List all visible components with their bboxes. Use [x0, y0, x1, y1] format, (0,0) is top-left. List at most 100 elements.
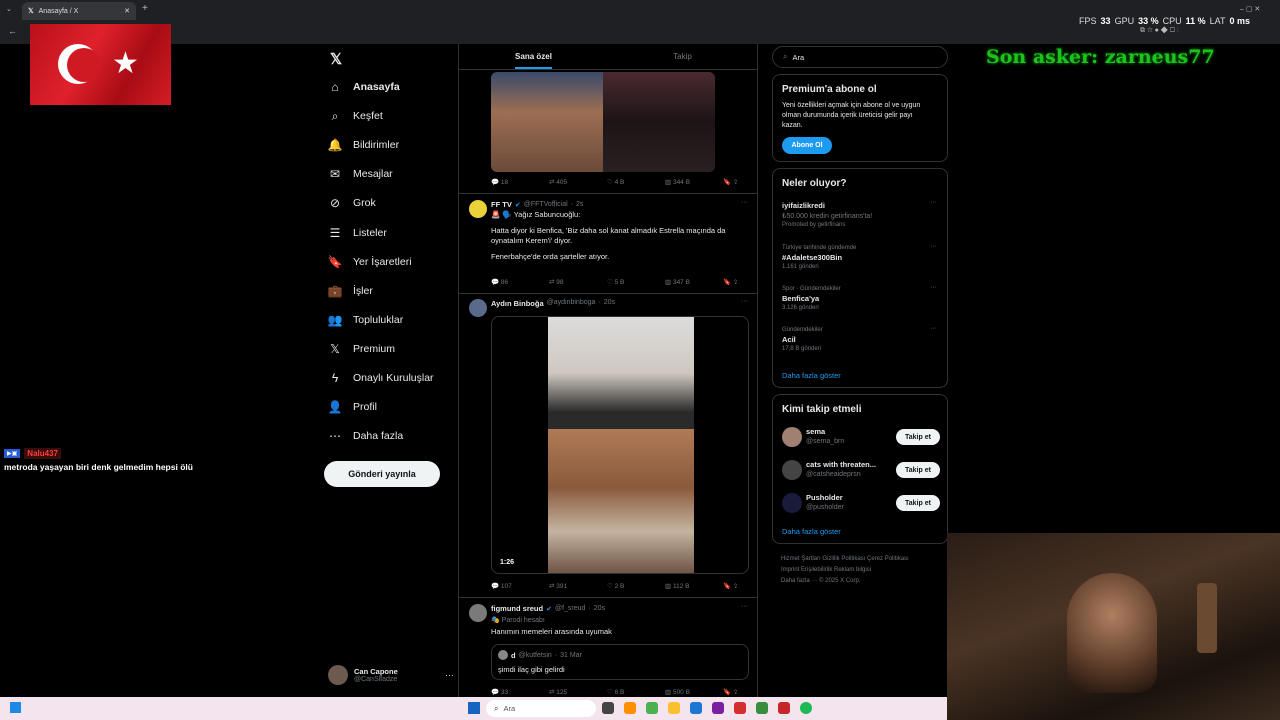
browser-tab[interactable]: 𝕏 Anasayfa / X ✕	[22, 2, 136, 20]
footer-links[interactable]: Hizmet Şartları Gizlilik Politikası Çere…	[781, 554, 909, 587]
sidebar-item-7[interactable]: 🔖 Yer İşaretleri	[328, 251, 412, 273]
task-view-icon[interactable]	[602, 702, 614, 714]
tweet-author[interactable]: FF TV	[491, 200, 512, 209]
window-controls[interactable]: – ▢ ✕	[1240, 5, 1260, 13]
tweet-handle[interactable]: @aydinbinboga	[547, 299, 596, 308]
more-icon[interactable]: ···	[741, 298, 748, 305]
sidebar-item-11[interactable]: ϟ Onaylı Kuruluşlar	[328, 367, 434, 389]
post-button[interactable]: Gönderi yayınla	[324, 461, 440, 487]
views-button[interactable]: ▥ 344 B	[665, 178, 723, 186]
more-icon[interactable]: ···	[445, 670, 454, 680]
tab-list-icon[interactable]: ⌄	[6, 5, 12, 13]
app-icon[interactable]	[734, 702, 746, 714]
more-icon[interactable]: ···	[741, 603, 748, 610]
trend-item[interactable]: Türkiye tarihinde gündemde #Adaletse300Bi…	[782, 245, 856, 270]
promo-trend[interactable]: iyifaizlikredi ₺50.000 kredin getirfinan…	[782, 201, 872, 228]
app-icon[interactable]	[756, 702, 768, 714]
like-button[interactable]: ♡ 6 B	[607, 688, 665, 696]
more-icon[interactable]: ···	[741, 199, 748, 206]
like-button[interactable]: ♡ 2 B	[607, 582, 665, 590]
more-icon[interactable]: ···	[930, 199, 937, 206]
bookmark-share-icons[interactable]: 🔖 ⇪	[723, 278, 738, 286]
sidebar-item-6[interactable]: ☰ Listeler	[328, 222, 387, 244]
more-icon[interactable]: ···	[930, 284, 937, 291]
views-button[interactable]: ▥ 112 B	[665, 582, 723, 590]
bookmark-share-icons[interactable]: 🔖 ⇪	[723, 582, 738, 590]
tweet[interactable]: FF TV ✔ @FFTVofficial · 2s ··· 🚨 🗣️ Yağı…	[459, 194, 757, 294]
new-tab-button[interactable]: +	[142, 3, 148, 14]
x-logo-icon[interactable]: 𝕏	[330, 50, 342, 68]
trend-item[interactable]: Gündemdekiler Acil 17,8 B gönderi	[782, 327, 823, 352]
tweet[interactable]: figmund sreud ✔ @f_sreud · 20s ··· 🎭 Par…	[459, 598, 757, 700]
sidebar-item-5[interactable]: ⊘ Grok	[328, 192, 376, 214]
sidebar-item-8[interactable]: 💼 İşler	[328, 280, 373, 302]
sidebar-item-10[interactable]: 𝕏 Premium	[328, 338, 395, 360]
search-input[interactable]: ⌕ Ara	[772, 46, 948, 68]
tweet[interactable]: Aydın Binboğa @aydinbinboga · 20s ··· 1:…	[459, 294, 757, 598]
reply-button[interactable]: 💬 86	[491, 278, 549, 286]
trend-item[interactable]: Spor · Gündemdekiler Benfica'ya 3.126 gönd…	[782, 286, 841, 311]
chrome-icon[interactable]	[646, 702, 658, 714]
like-button[interactable]: ♡ 4 B	[607, 178, 665, 186]
sidebar-item-4[interactable]: ✉ Mesajlar	[328, 163, 393, 185]
sidebar-item-2[interactable]: ⌕ Keşfet	[328, 105, 383, 127]
views-button[interactable]: ▥ 347 B	[665, 278, 723, 286]
reply-button[interactable]: 💬 107	[491, 582, 549, 590]
quote-tweet[interactable]: d @kutfetsin · 31 Mar şimdi ilaç gibi ge…	[491, 644, 749, 680]
back-icon[interactable]: ←	[8, 26, 17, 36]
tweet-handle[interactable]: @FFTVofficial	[524, 201, 568, 208]
tweet-time[interactable]: 2s	[576, 201, 583, 208]
app-icon[interactable]	[778, 702, 790, 714]
spotify-icon[interactable]	[800, 702, 812, 714]
app-icon[interactable]	[624, 702, 636, 714]
tab-close-icon[interactable]: ✕	[124, 7, 130, 15]
tweet-handle[interactable]: @f_sreud	[555, 605, 585, 612]
browser-toolbar-icons[interactable]: ⧉ ☆ ● ◆ ▢ ⋮	[1140, 27, 1179, 35]
bookmark-share-icons[interactable]: 🔖 ⇪	[723, 688, 738, 696]
windows-logo-icon[interactable]	[468, 702, 480, 714]
follow-suggestion[interactable]: sema @sema_brn Takip et	[782, 425, 940, 449]
follow-button[interactable]: Takip et	[896, 462, 940, 478]
repost-button[interactable]: ⇄ 98	[549, 278, 607, 286]
footer-line[interactable]: Hizmet Şartları Gizlilik Politikası Çere…	[781, 554, 909, 565]
more-icon[interactable]: ···	[930, 325, 937, 332]
sidebar-item-1[interactable]: ⌂ Anasayfa	[328, 76, 399, 98]
follow-button[interactable]: Takip et	[896, 495, 940, 511]
reply-button[interactable]: 💬 33	[491, 688, 549, 696]
reply-button[interactable]: 💬 18	[491, 178, 549, 186]
footer-line[interactable]: Imprint Erişilebilirlik Reklam bilgisi	[781, 565, 909, 576]
sidebar-item-12[interactable]: 👤 Profil	[328, 396, 377, 418]
app-icon[interactable]	[712, 702, 724, 714]
tweet-video[interactable]: 1:26	[491, 316, 749, 574]
profile-switcher[interactable]: Can Capone @CanSlfadze ···	[328, 662, 454, 688]
bookmark-share-icons[interactable]: 🔖 ⇪	[723, 178, 738, 186]
app-icon[interactable]	[690, 702, 702, 714]
like-button[interactable]: ♡ 5 B	[607, 278, 665, 286]
footer-line[interactable]: Daha fazla ··· © 2025 X Corp.	[781, 576, 909, 587]
tweet-image[interactable]	[491, 72, 715, 172]
tweet-author[interactable]: figmund sreud	[491, 604, 543, 613]
views-button[interactable]: ▥ 500 B	[665, 688, 723, 696]
repost-button[interactable]: ⇄ 391	[549, 582, 607, 590]
follow-button[interactable]: Takip et	[896, 429, 940, 445]
sidebar-item-9[interactable]: 👥 Topluluklar	[328, 309, 404, 331]
repost-button[interactable]: ⇄ 405	[549, 178, 607, 186]
subscribe-button[interactable]: Abone Ol	[782, 137, 832, 154]
tweet-time[interactable]: 20s	[594, 605, 605, 612]
repost-button[interactable]: ⇄ 125	[549, 688, 607, 696]
more-icon[interactable]: ···	[930, 243, 937, 250]
taskbar-search[interactable]: ⌕ Ara	[486, 700, 596, 717]
folder-icon[interactable]	[668, 702, 680, 714]
tweet[interactable]: 💬 18 ⇄ 405 ♡ 4 B ▥ 344 B 🔖 ⇪	[459, 70, 757, 194]
follow-suggestion[interactable]: cats with threaten... @catsheaideprsn Taki…	[782, 458, 940, 482]
tweet-author[interactable]: Aydın Binboğa	[491, 299, 544, 308]
follow-suggestion[interactable]: Pusholder @pusholder Takip et	[782, 491, 940, 515]
show-more-link[interactable]: Daha fazla göster	[782, 527, 841, 536]
sidebar-item-13[interactable]: ⋯ Daha fazla	[328, 425, 403, 447]
tab-following[interactable]: Takip	[608, 44, 757, 69]
sidebar-item-3[interactable]: 🔔 Bildirimler	[328, 134, 400, 156]
windows-start-icon[interactable]	[10, 702, 21, 713]
tab-for-you[interactable]: Sana özel	[459, 44, 608, 69]
tweet-time[interactable]: 20s	[604, 299, 615, 308]
show-more-link[interactable]: Daha fazla göster	[782, 371, 841, 380]
